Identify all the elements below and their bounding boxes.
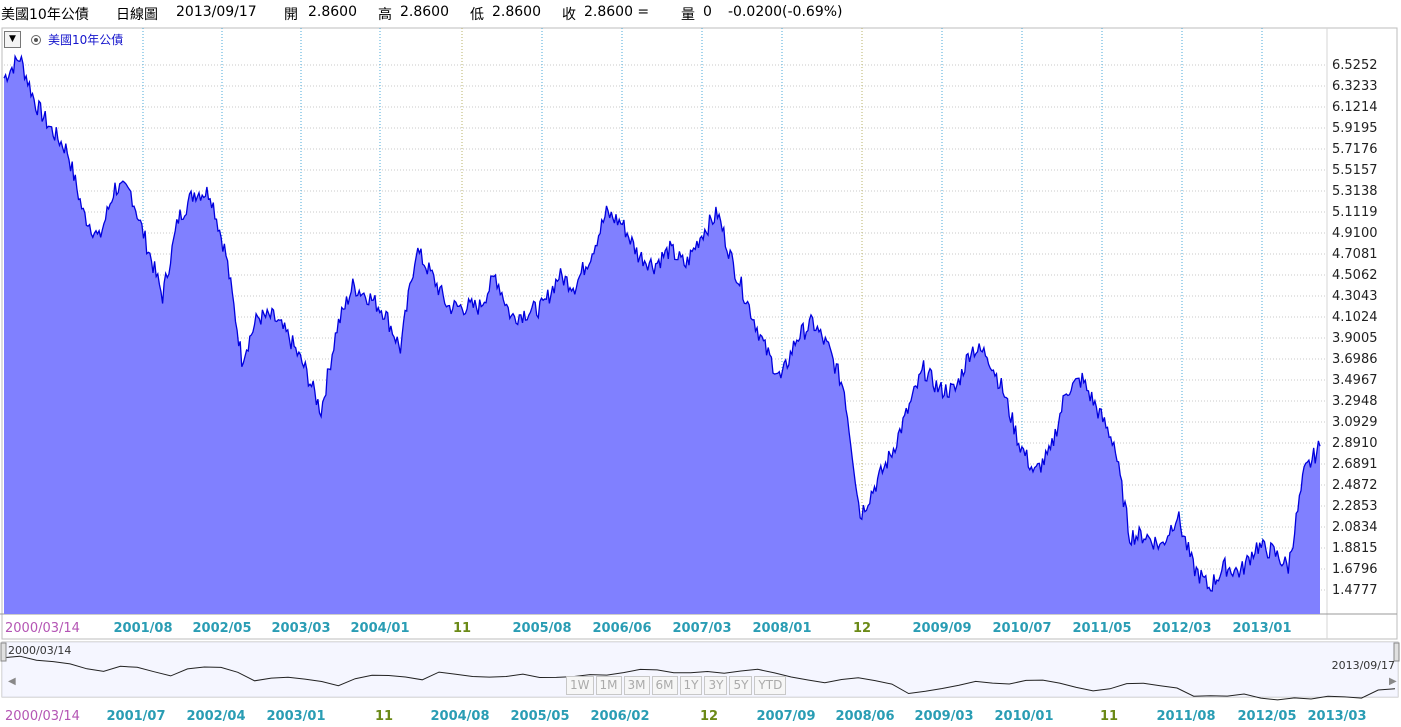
y-tick-label: 1.8815	[1332, 541, 1378, 556]
range-3y-button[interactable]: 3Y	[704, 676, 728, 695]
x-tick-label: 2008/01	[752, 621, 811, 636]
period-label: 日線圖	[116, 7, 158, 23]
x-tick-label: 2013/01	[1232, 621, 1291, 636]
x-tick-label: 12	[853, 621, 871, 636]
y-tick-label: 2.6891	[1332, 457, 1378, 472]
y-tick-label: 2.2853	[1332, 499, 1378, 514]
x-tick-label: 2004/01	[350, 621, 409, 636]
x-tick-label: 2009/09	[912, 621, 971, 636]
close-value: 2.8600 =	[584, 4, 650, 20]
y-tick-label: 5.7176	[1332, 142, 1378, 157]
y-tick-label: 4.1024	[1332, 310, 1378, 325]
series-menu-toggle[interactable]: ▼	[4, 31, 21, 48]
y-tick-label: 2.4872	[1332, 478, 1378, 493]
navigator-start-label: 2000/03/14	[8, 644, 71, 657]
range-1m-button[interactable]: 1M	[595, 676, 622, 695]
y-tick-label: 2.8910	[1332, 436, 1378, 451]
y-tick-label: 4.9100	[1332, 226, 1378, 241]
high-label: 高	[378, 7, 392, 23]
quote-date: 2013/09/17	[176, 4, 257, 20]
navigator-right-arrow[interactable]: ▶	[1389, 676, 1397, 687]
navigator-x-label: 2013/03	[1307, 709, 1366, 724]
y-tick-label: 3.9005	[1332, 331, 1378, 346]
navigator-x-label: 11	[1100, 709, 1118, 724]
navigator-x-label: 2003/01	[266, 709, 325, 724]
y-tick-label: 4.5062	[1332, 268, 1378, 283]
navigator-x-label: 2002/04	[186, 709, 245, 724]
navigator-x-label: 2011/08	[1156, 709, 1215, 724]
y-tick-label: 6.3233	[1332, 79, 1378, 94]
navigator-x-label: 2005/05	[510, 709, 569, 724]
y-tick-label: 2.0834	[1332, 520, 1378, 535]
navigator-x-label: 2006/02	[590, 709, 649, 724]
range-5y-button[interactable]: 5Y	[729, 676, 753, 695]
y-tick-label: 5.9195	[1332, 121, 1378, 136]
navigator-x-label: 2001/07	[106, 709, 165, 724]
y-tick-label: 1.6796	[1332, 562, 1378, 577]
x-tick-label: 2012/03	[1152, 621, 1211, 636]
navigator-x-label: 12	[700, 709, 718, 724]
x-tick-label: 2006/06	[592, 621, 651, 636]
navigator-left-arrow[interactable]: ◀	[8, 676, 16, 687]
volume-label: 量	[681, 7, 695, 23]
navigator-x-label: 11	[375, 709, 393, 724]
x-tick-label: 2011/05	[1072, 621, 1131, 636]
y-tick-label: 3.4967	[1332, 373, 1378, 388]
y-tick-label: 5.3138	[1332, 184, 1378, 199]
y-tick-label: 5.5157	[1332, 163, 1378, 178]
y-tick-label: 5.1119	[1332, 205, 1378, 220]
y-tick-label: 6.1214	[1332, 100, 1378, 115]
navigator-x-label: 2000/03/14	[5, 709, 80, 724]
y-tick-label: 6.5252	[1332, 58, 1378, 73]
range-3m-button[interactable]: 3M	[623, 676, 650, 695]
x-tick-label: 11	[453, 621, 471, 636]
x-tick-label: 2000/03/14	[5, 621, 80, 636]
price-chart[interactable]: 6.5252 6.3233 6.1214 5.9195 5.7176 5.5157 5.31…	[0, 27, 1401, 640]
x-axis-labels: 2000/03/14 2001/08 2002/05 2003/03 2004/01 11…	[5, 621, 1292, 636]
navigator-x-label: 2004/08	[430, 709, 489, 724]
y-tick-label: 3.0929	[1332, 415, 1378, 430]
change-value: -0.0200(-0.69%)	[728, 4, 843, 20]
x-tick-label: 2002/05	[192, 621, 251, 636]
navigator-end-label: 2013/09/17	[1332, 659, 1395, 672]
navigator-x-label: 2009/03	[914, 709, 973, 724]
range-buttons: 1W 1M 3M 6M 1Y 3Y 5Y YTD	[566, 676, 787, 695]
open-label: 開	[284, 7, 298, 23]
quote-header: 美國10年公債 日線圖 2013/09/17 開 2.8600 高 2.8600…	[0, 0, 1401, 27]
y-tick-label: 1.4777	[1332, 583, 1378, 598]
series-radio-button[interactable]	[31, 35, 41, 45]
range-6m-button[interactable]: 6M	[651, 676, 678, 695]
low-label: 低	[470, 7, 484, 23]
navigator-x-label: 2008/06	[835, 709, 894, 724]
navigator-x-label: 2007/09	[756, 709, 815, 724]
navigator-left-handle[interactable]	[0, 642, 7, 662]
y-tick-label: 3.6986	[1332, 352, 1378, 367]
x-tick-label: 2007/03	[672, 621, 731, 636]
range-1y-button[interactable]: 1Y	[679, 676, 703, 695]
x-tick-label: 2001/08	[113, 621, 172, 636]
low-value: 2.8600	[492, 4, 541, 20]
volume-value: 0	[703, 4, 712, 20]
range-1w-button[interactable]: 1W	[566, 676, 594, 695]
x-tick-label: 2003/03	[271, 621, 330, 636]
y-tick-label: 4.3043	[1332, 289, 1378, 304]
instrument-title: 美國10年公債	[1, 7, 89, 23]
y-tick-label: 4.7081	[1332, 247, 1378, 262]
range-ytd-button[interactable]: YTD	[754, 676, 787, 695]
navigator-x-label: 2010/01	[994, 709, 1053, 724]
navigator-x-label: 2012/05	[1237, 709, 1296, 724]
y-tick-label: 3.2948	[1332, 394, 1378, 409]
x-tick-label: 2005/08	[512, 621, 571, 636]
open-value: 2.8600	[308, 4, 357, 20]
navigator-x-labels: 2000/03/14 2001/07 2002/04 2003/01 11 2004/08…	[5, 709, 1367, 724]
x-tick-label: 2010/07	[992, 621, 1051, 636]
close-label: 收	[562, 7, 576, 23]
high-value: 2.8600	[400, 4, 449, 20]
series-legend-label: 美國10年公債	[48, 33, 124, 47]
